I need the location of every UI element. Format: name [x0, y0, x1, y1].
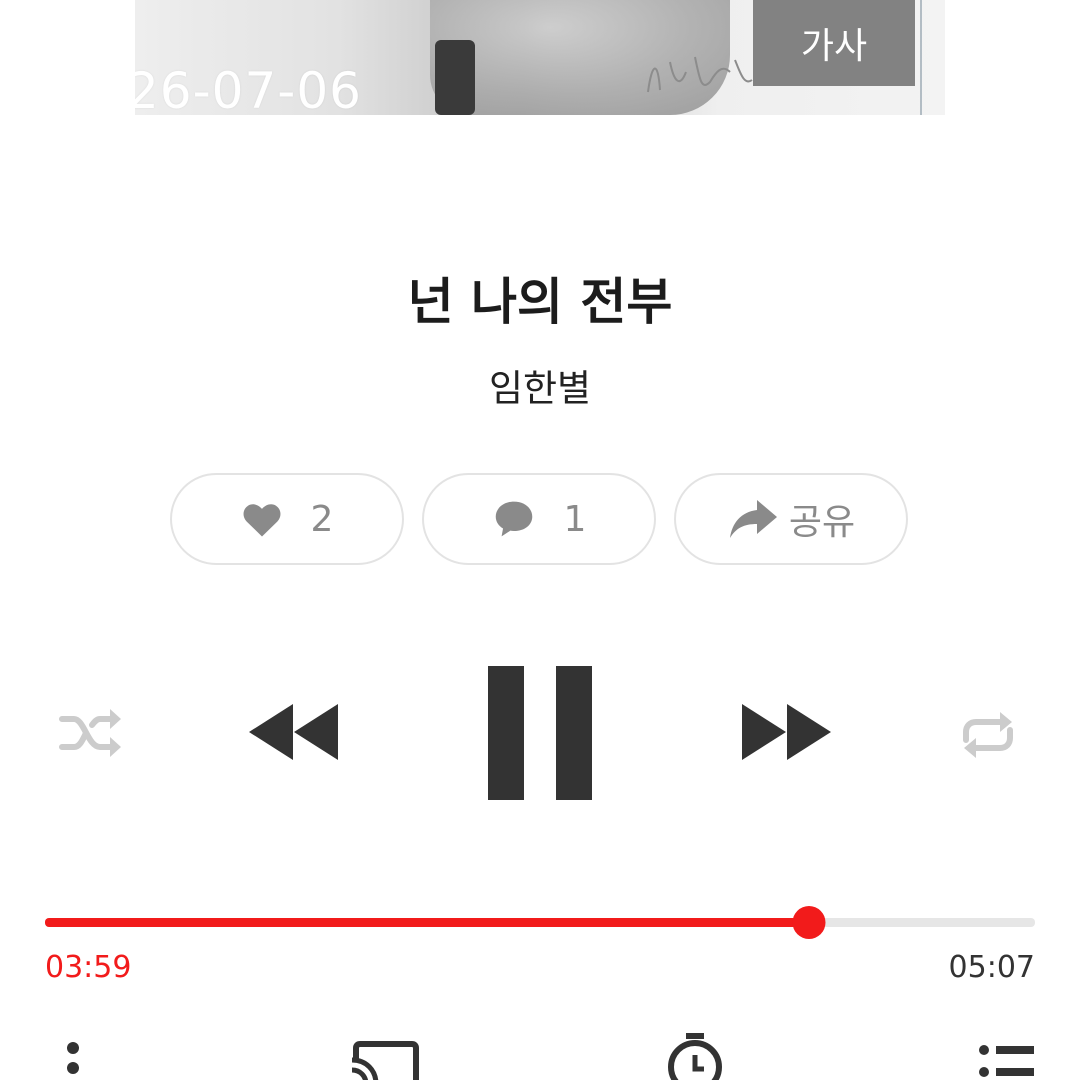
progress-thumb[interactable]: [792, 906, 826, 939]
pause-button[interactable]: [488, 666, 592, 800]
cast-icon[interactable]: [350, 1040, 420, 1080]
fast-forward-icon[interactable]: [741, 702, 831, 762]
elapsed-time: 03:59: [45, 950, 132, 985]
comment-button[interactable]: 1: [422, 473, 656, 565]
share-icon: [727, 498, 779, 540]
playlist-icon[interactable]: [978, 1044, 1038, 1080]
pause-icon: [488, 666, 592, 800]
divider: [920, 0, 922, 115]
like-count: 2: [310, 498, 334, 540]
date-overlay: 26-07-06: [135, 62, 362, 115]
track-artist[interactable]: 임한별: [0, 358, 1080, 412]
more-icon[interactable]: [64, 1040, 82, 1080]
total-time: 05:07: [948, 950, 1035, 985]
rewind-icon[interactable]: [249, 702, 339, 762]
progress-fill: [45, 918, 810, 927]
shuffle-icon[interactable]: [58, 705, 124, 761]
album-signature-image: [647, 56, 753, 93]
heart-icon: [241, 499, 283, 539]
comment-count: 1: [563, 498, 587, 540]
like-button[interactable]: 2: [170, 473, 404, 565]
repeat-icon[interactable]: [956, 710, 1020, 760]
share-label: 공유: [788, 502, 856, 543]
album-art: 26-07-06 가사: [135, 0, 945, 115]
timer-icon[interactable]: [664, 1033, 726, 1080]
album-shadow: [435, 40, 475, 115]
track-title: 넌 나의 전부: [407, 273, 673, 331]
comment-icon: [492, 498, 536, 540]
share-button[interactable]: 공유: [674, 473, 908, 565]
lyrics-button[interactable]: 가사: [753, 0, 915, 86]
progress-bar[interactable]: [45, 906, 1035, 939]
